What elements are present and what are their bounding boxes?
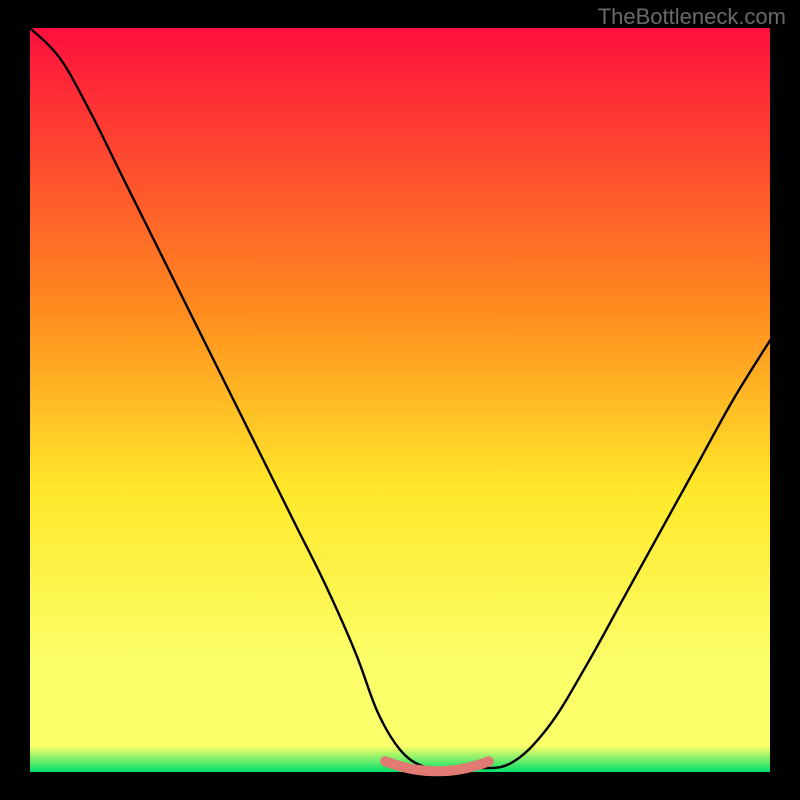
gradient-plot-area xyxy=(30,28,770,772)
bottleneck-chart xyxy=(0,0,800,800)
watermark-text: TheBottleneck.com xyxy=(598,4,786,30)
